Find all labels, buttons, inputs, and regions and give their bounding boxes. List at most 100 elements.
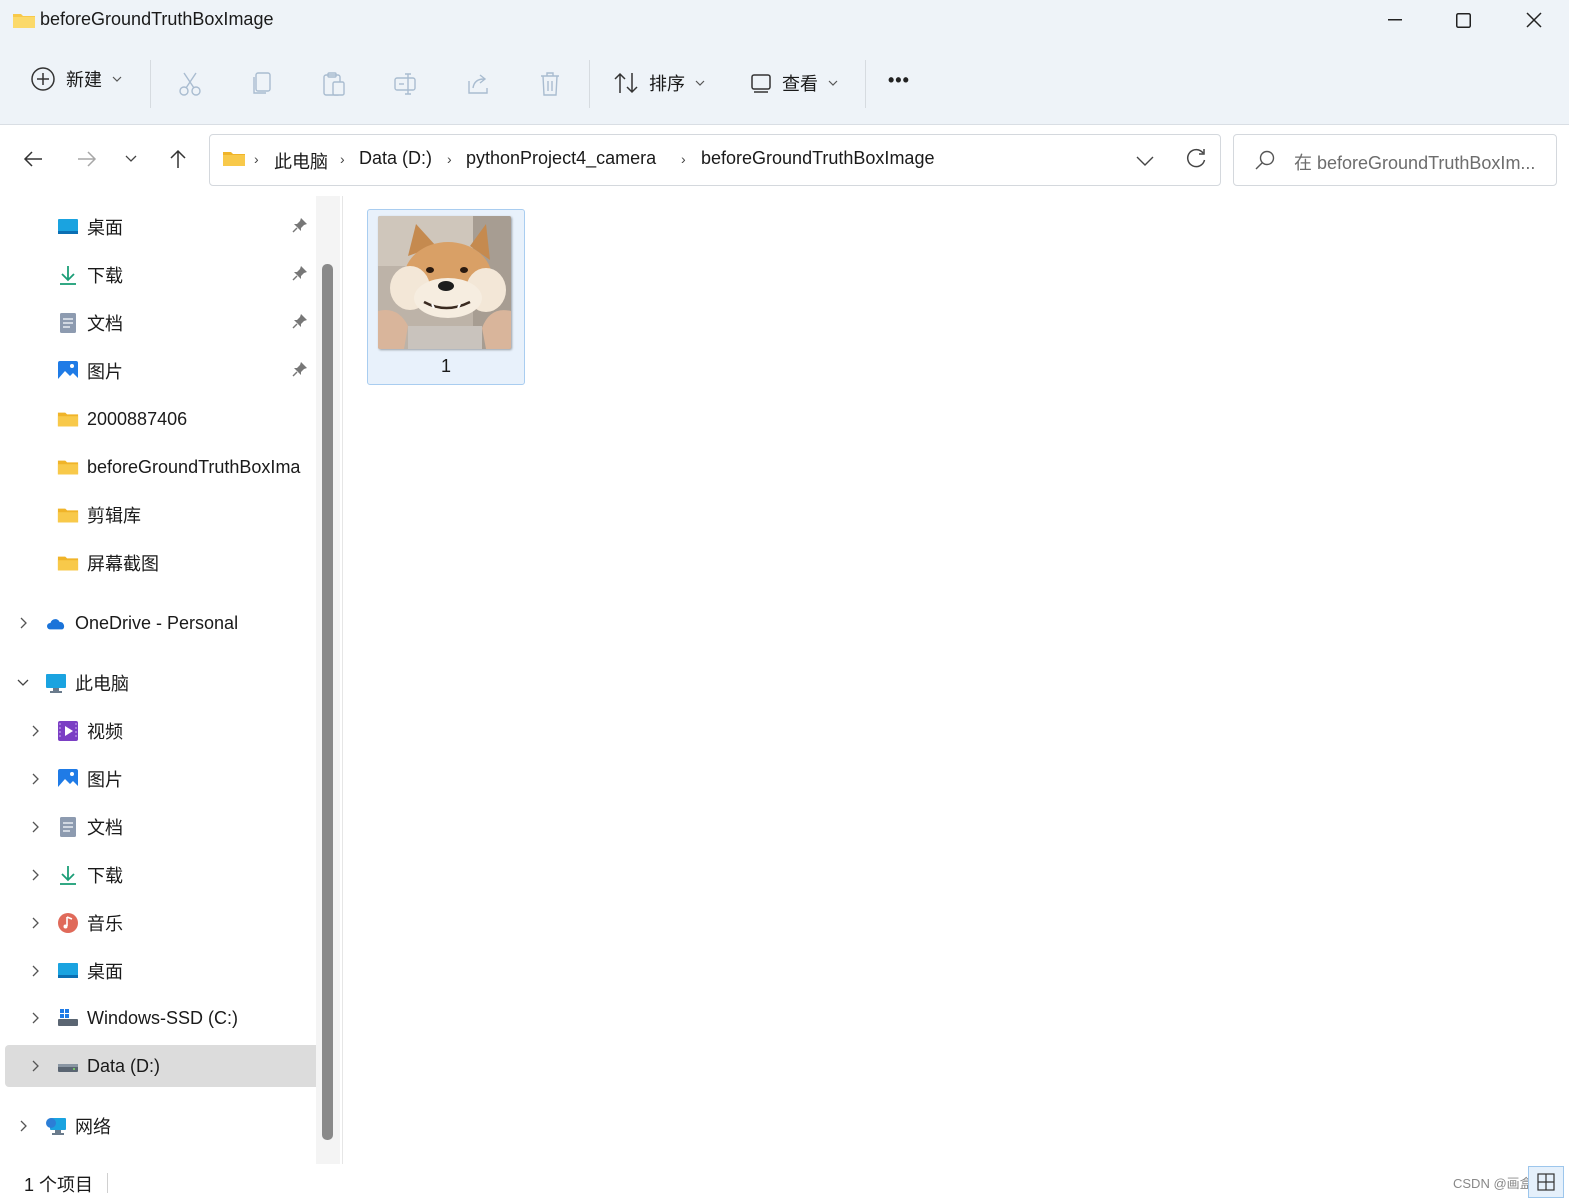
rename-button[interactable] bbox=[389, 67, 423, 101]
folder-icon bbox=[57, 504, 79, 526]
sidebar-item-network[interactable]: 网络 bbox=[0, 1105, 316, 1147]
chevron-right-icon[interactable] bbox=[29, 772, 43, 786]
sidebar-item-label: 图片 bbox=[87, 358, 123, 384]
sidebar-item-label: 视频 bbox=[87, 718, 123, 744]
documents-icon bbox=[57, 816, 79, 838]
minimize-icon bbox=[1388, 19, 1402, 21]
rename-icon bbox=[393, 71, 419, 97]
pin-icon[interactable] bbox=[292, 217, 308, 238]
breadcrumb-separator: › bbox=[447, 151, 452, 167]
sort-arrows-icon bbox=[613, 71, 639, 95]
sidebar-item-label: 音乐 bbox=[87, 910, 123, 936]
sidebar-item-onedrive[interactable]: OneDrive - Personal bbox=[0, 602, 316, 644]
status-divider bbox=[107, 1173, 108, 1193]
sidebar-item-pictures[interactable]: 图片 bbox=[0, 758, 316, 800]
chevron-down-icon bbox=[112, 76, 122, 82]
sort-button[interactable]: 排序 bbox=[613, 70, 705, 96]
sidebar-item-label: 2000887406 bbox=[87, 409, 187, 430]
title-bar: beforeGroundTruthBoxImage bbox=[0, 0, 1569, 42]
sort-label: 排序 bbox=[649, 70, 685, 96]
refresh-button[interactable] bbox=[1185, 148, 1207, 175]
new-button[interactable]: 新建 bbox=[30, 66, 122, 92]
copy-button[interactable] bbox=[245, 67, 279, 101]
sidebar-item-folder-screenshots[interactable]: 屏幕截图 bbox=[0, 542, 316, 584]
chevron-right-icon[interactable] bbox=[29, 916, 43, 930]
chevron-right-icon[interactable] bbox=[29, 1059, 43, 1073]
recent-locations-button[interactable] bbox=[113, 141, 149, 177]
sidebar-item-data-drive[interactable]: Data (D:) bbox=[5, 1045, 316, 1087]
breadcrumb-current-folder[interactable]: beforeGroundTruthBoxImage bbox=[701, 148, 934, 169]
chevron-down-icon bbox=[828, 80, 838, 86]
breadcrumb-data-drive[interactable]: Data (D:) bbox=[359, 148, 432, 169]
file-list-area[interactable] bbox=[342, 196, 1569, 1164]
paste-button[interactable] bbox=[317, 67, 351, 101]
chevron-right-icon[interactable] bbox=[17, 616, 31, 630]
chevron-right-icon[interactable] bbox=[29, 1011, 43, 1025]
sidebar-item-downloads-pinned[interactable]: 下载 bbox=[0, 254, 316, 296]
sidebar-scrollbar-thumb[interactable] bbox=[322, 264, 333, 1140]
minimize-button[interactable] bbox=[1372, 0, 1418, 40]
download-icon bbox=[57, 264, 79, 286]
separator bbox=[589, 60, 590, 108]
sidebar-item-label: 屏幕截图 bbox=[87, 550, 159, 576]
pin-icon[interactable] bbox=[292, 265, 308, 286]
cut-icon bbox=[177, 71, 203, 97]
chevron-right-icon[interactable] bbox=[29, 964, 43, 978]
sidebar-item-windows-ssd[interactable]: Windows-SSD (C:) bbox=[0, 997, 316, 1039]
sidebar-item-label: 文档 bbox=[87, 814, 123, 840]
view-button[interactable]: 查看 bbox=[750, 70, 838, 96]
sidebar-item-label: 桌面 bbox=[87, 214, 123, 240]
paste-icon bbox=[321, 71, 347, 97]
chevron-right-icon[interactable] bbox=[29, 868, 43, 882]
address-bar[interactable]: › 此电脑 › Data (D:) › pythonProject4_camer… bbox=[209, 134, 1221, 186]
share-icon bbox=[465, 71, 491, 97]
sidebar-item-folder-before-ground-truth[interactable]: beforeGroundTruthBoxIma bbox=[0, 446, 316, 488]
sidebar-item-label: 剪辑库 bbox=[87, 502, 141, 528]
sidebar-item-documents[interactable]: 文档 bbox=[0, 806, 316, 848]
pin-icon[interactable] bbox=[292, 361, 308, 382]
close-button[interactable] bbox=[1511, 0, 1557, 40]
copy-icon bbox=[250, 71, 274, 97]
cut-button[interactable] bbox=[173, 67, 207, 101]
sidebar-item-this-pc[interactable]: 此电脑 bbox=[0, 662, 316, 704]
desktop-icon bbox=[57, 216, 79, 238]
chevron-right-icon[interactable] bbox=[29, 820, 43, 834]
chevron-down-icon[interactable] bbox=[16, 676, 30, 690]
sidebar-item-label: Data (D:) bbox=[87, 1056, 160, 1077]
sidebar-item-pictures-pinned[interactable]: 图片 bbox=[0, 350, 316, 392]
add-circle-icon bbox=[30, 66, 56, 92]
pictures-icon bbox=[57, 360, 79, 382]
more-options-button[interactable]: ••• bbox=[888, 70, 910, 91]
onedrive-cloud-icon bbox=[45, 612, 67, 634]
tiles-view-button[interactable] bbox=[1528, 1166, 1564, 1198]
breadcrumb-separator: › bbox=[340, 151, 345, 167]
command-bar: 新建 排序 查看 ••• bbox=[0, 42, 1569, 125]
address-history-button[interactable] bbox=[1136, 153, 1154, 171]
sidebar-item-label: 图片 bbox=[87, 766, 123, 792]
chevron-right-icon[interactable] bbox=[29, 724, 43, 738]
search-box[interactable]: 在 beforeGroundTruthBoxIm... bbox=[1233, 134, 1557, 186]
breadcrumb-python-project[interactable]: pythonProject4_camera bbox=[466, 148, 656, 169]
sidebar-item-videos[interactable]: 视频 bbox=[0, 710, 316, 752]
drive-icon bbox=[57, 1055, 79, 1077]
sidebar-item-downloads[interactable]: 下载 bbox=[0, 854, 316, 896]
sidebar-item-documents-pinned[interactable]: 文档 bbox=[0, 302, 316, 344]
breadcrumb-separator: › bbox=[681, 151, 686, 167]
share-button[interactable] bbox=[461, 67, 495, 101]
breadcrumb-this-pc[interactable]: 此电脑 bbox=[274, 148, 328, 174]
view-layout-icon bbox=[750, 72, 772, 94]
sidebar-item-folder-2000887406[interactable]: 2000887406 bbox=[0, 398, 316, 440]
pin-icon[interactable] bbox=[292, 313, 308, 334]
delete-button[interactable] bbox=[533, 67, 567, 101]
maximize-button[interactable] bbox=[1440, 0, 1486, 40]
sidebar-item-desktop-pinned[interactable]: 桌面 bbox=[0, 206, 316, 248]
sidebar-item-label: 下载 bbox=[87, 862, 123, 888]
sidebar-item-desktop[interactable]: 桌面 bbox=[0, 950, 316, 992]
forward-button[interactable] bbox=[69, 141, 105, 177]
sidebar-item-folder-clip-library[interactable]: 剪辑库 bbox=[0, 494, 316, 536]
separator bbox=[150, 60, 151, 108]
sidebar-item-music[interactable]: 音乐 bbox=[0, 902, 316, 944]
up-button[interactable] bbox=[160, 141, 196, 177]
chevron-right-icon[interactable] bbox=[17, 1119, 31, 1133]
back-button[interactable] bbox=[15, 141, 51, 177]
